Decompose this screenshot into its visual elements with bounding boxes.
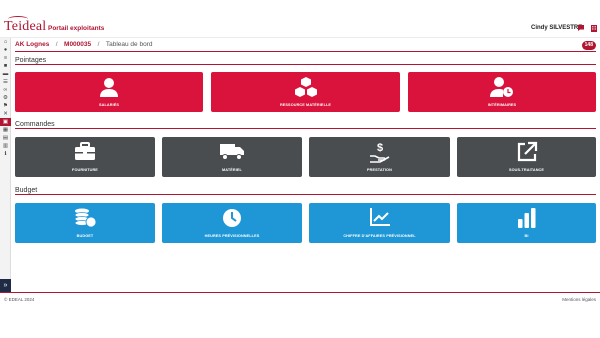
dashboard-icon[interactable]: ▣ (0, 118, 11, 126)
breadcrumb: AK Lognes / M000035 / Tableau de bord 14… (15, 40, 596, 52)
section-commandes: Commandes FOURNITURE MATÉRIEL $ PRESTATI… (15, 120, 596, 177)
hand-dollar-icon: $ (309, 141, 450, 163)
breadcrumb-current: Tableau de bord (105, 41, 153, 48)
tile-sous-traitance[interactable]: SOUS-TRAITANCE (457, 137, 596, 177)
truck-icon[interactable]: ▬ (0, 70, 11, 78)
user-icon (15, 76, 203, 98)
coins-icon (15, 207, 155, 229)
list-icon[interactable]: ≡ (0, 54, 11, 62)
box-icon[interactable]: ■ (0, 62, 11, 70)
tile-label: BUDGET (76, 234, 94, 238)
tile-fourniture[interactable]: FOURNITURE (15, 137, 155, 177)
user-clock-icon (408, 76, 596, 98)
grid-icon[interactable]: ▦ (0, 126, 11, 134)
user-name[interactable]: Cindy SILVESTRE (531, 25, 582, 31)
tile-label: FOURNITURE (72, 168, 98, 172)
tile-budget[interactable]: BUDGET (15, 203, 155, 243)
menu-icon[interactable]: ☰ (0, 78, 11, 86)
tile-label: BI (524, 234, 529, 238)
flag-icon[interactable]: ⚑ (0, 102, 11, 110)
footer: © EDEAL 2024 Mentions légales (0, 292, 600, 304)
copyright: © EDEAL 2024 (4, 297, 35, 302)
external-link-icon (457, 141, 596, 163)
info-icon[interactable]: ℹ (0, 150, 11, 158)
tile-ressource-materielle[interactable]: RESSOURCE MATÉRIELLE (211, 72, 400, 112)
section-title-pointages: Pointages (15, 56, 596, 65)
top-bar: Teideal Portail exploitants Cindy SILVES… (0, 0, 600, 38)
tile-materiel[interactable]: MATÉRIEL (162, 137, 302, 177)
gear-icon[interactable]: ⚙ (0, 94, 11, 102)
tile-label: PRESTATION (367, 168, 392, 172)
tile-prestation[interactable]: $ PRESTATION (309, 137, 450, 177)
tile-interimaires[interactable]: INTÉRIMAIRES (408, 72, 596, 112)
breadcrumb-site[interactable]: AK Lognes (15, 40, 49, 50)
tile-label: MATÉRIEL (222, 168, 242, 172)
tile-bi[interactable]: BI (457, 203, 596, 243)
tile-label: CHIFFRE D'AFFAIRES PRÉVISIONNEL (343, 234, 416, 238)
home-icon[interactable]: ⌂ (0, 38, 11, 46)
user-icon[interactable]: ● (0, 46, 11, 54)
legal-link[interactable]: Mentions légales (562, 297, 596, 302)
tile-label: HEURES PRÉVISIONNELLES (204, 234, 260, 238)
section-pointages: Pointages SALARIÉS RESSOURCE MATÉRIELLE … (15, 56, 596, 112)
logo[interactable]: Teideal (4, 19, 46, 35)
breadcrumb-code[interactable]: M000035 (64, 40, 91, 50)
tile-label: SOUS-TRAITANCE (508, 168, 545, 172)
tile-chiffre-affaires[interactable]: CHIFFRE D'AFFAIRES PRÉVISIONNEL (309, 203, 450, 243)
tile-label: RESSOURCE MATÉRIELLE (279, 103, 332, 107)
toolbox-icon (15, 141, 155, 163)
section-title-budget: Budget (15, 186, 596, 195)
tile-salaries[interactable]: SALARIÉS (15, 72, 203, 112)
svg-text:$: $ (376, 142, 382, 154)
cubes-icon (211, 76, 400, 98)
breadcrumb-separator: / (55, 41, 58, 48)
line-chart-icon (309, 207, 450, 229)
tile-label: SALARIÉS (99, 103, 119, 107)
bar-chart-icon (457, 207, 596, 229)
expand-sidebar-icon[interactable]: » (0, 279, 11, 292)
users-icon[interactable]: ∞ (0, 86, 11, 94)
section-budget: Budget BUDGET HEURES PRÉVISIONNELLES CHI… (15, 186, 596, 243)
portal-title: Portail exploitants (48, 25, 105, 32)
sidebar: ⌂ ● ≡ ■ ▬ ☰ ∞ ⚙ ⚑ ✕ ▣ ▦ ▤ ▥ ℹ » (0, 38, 11, 292)
tools-icon[interactable]: ✕ (0, 110, 11, 118)
chart-icon[interactable]: ▥ (0, 142, 11, 150)
clock-icon (162, 207, 302, 229)
tile-heures-previsionnelles[interactable]: HEURES PRÉVISIONNELLES (162, 203, 302, 243)
tile-label: INTÉRIMAIRES (487, 103, 517, 107)
message-icon[interactable] (577, 24, 585, 32)
document-icon[interactable]: ▤ (0, 134, 11, 142)
truck-icon (162, 141, 302, 163)
section-title-commandes: Commandes (15, 120, 596, 129)
breadcrumb-separator: / (97, 41, 100, 48)
notification-badge[interactable]: 148 (581, 41, 596, 50)
building-icon[interactable] (590, 24, 598, 32)
